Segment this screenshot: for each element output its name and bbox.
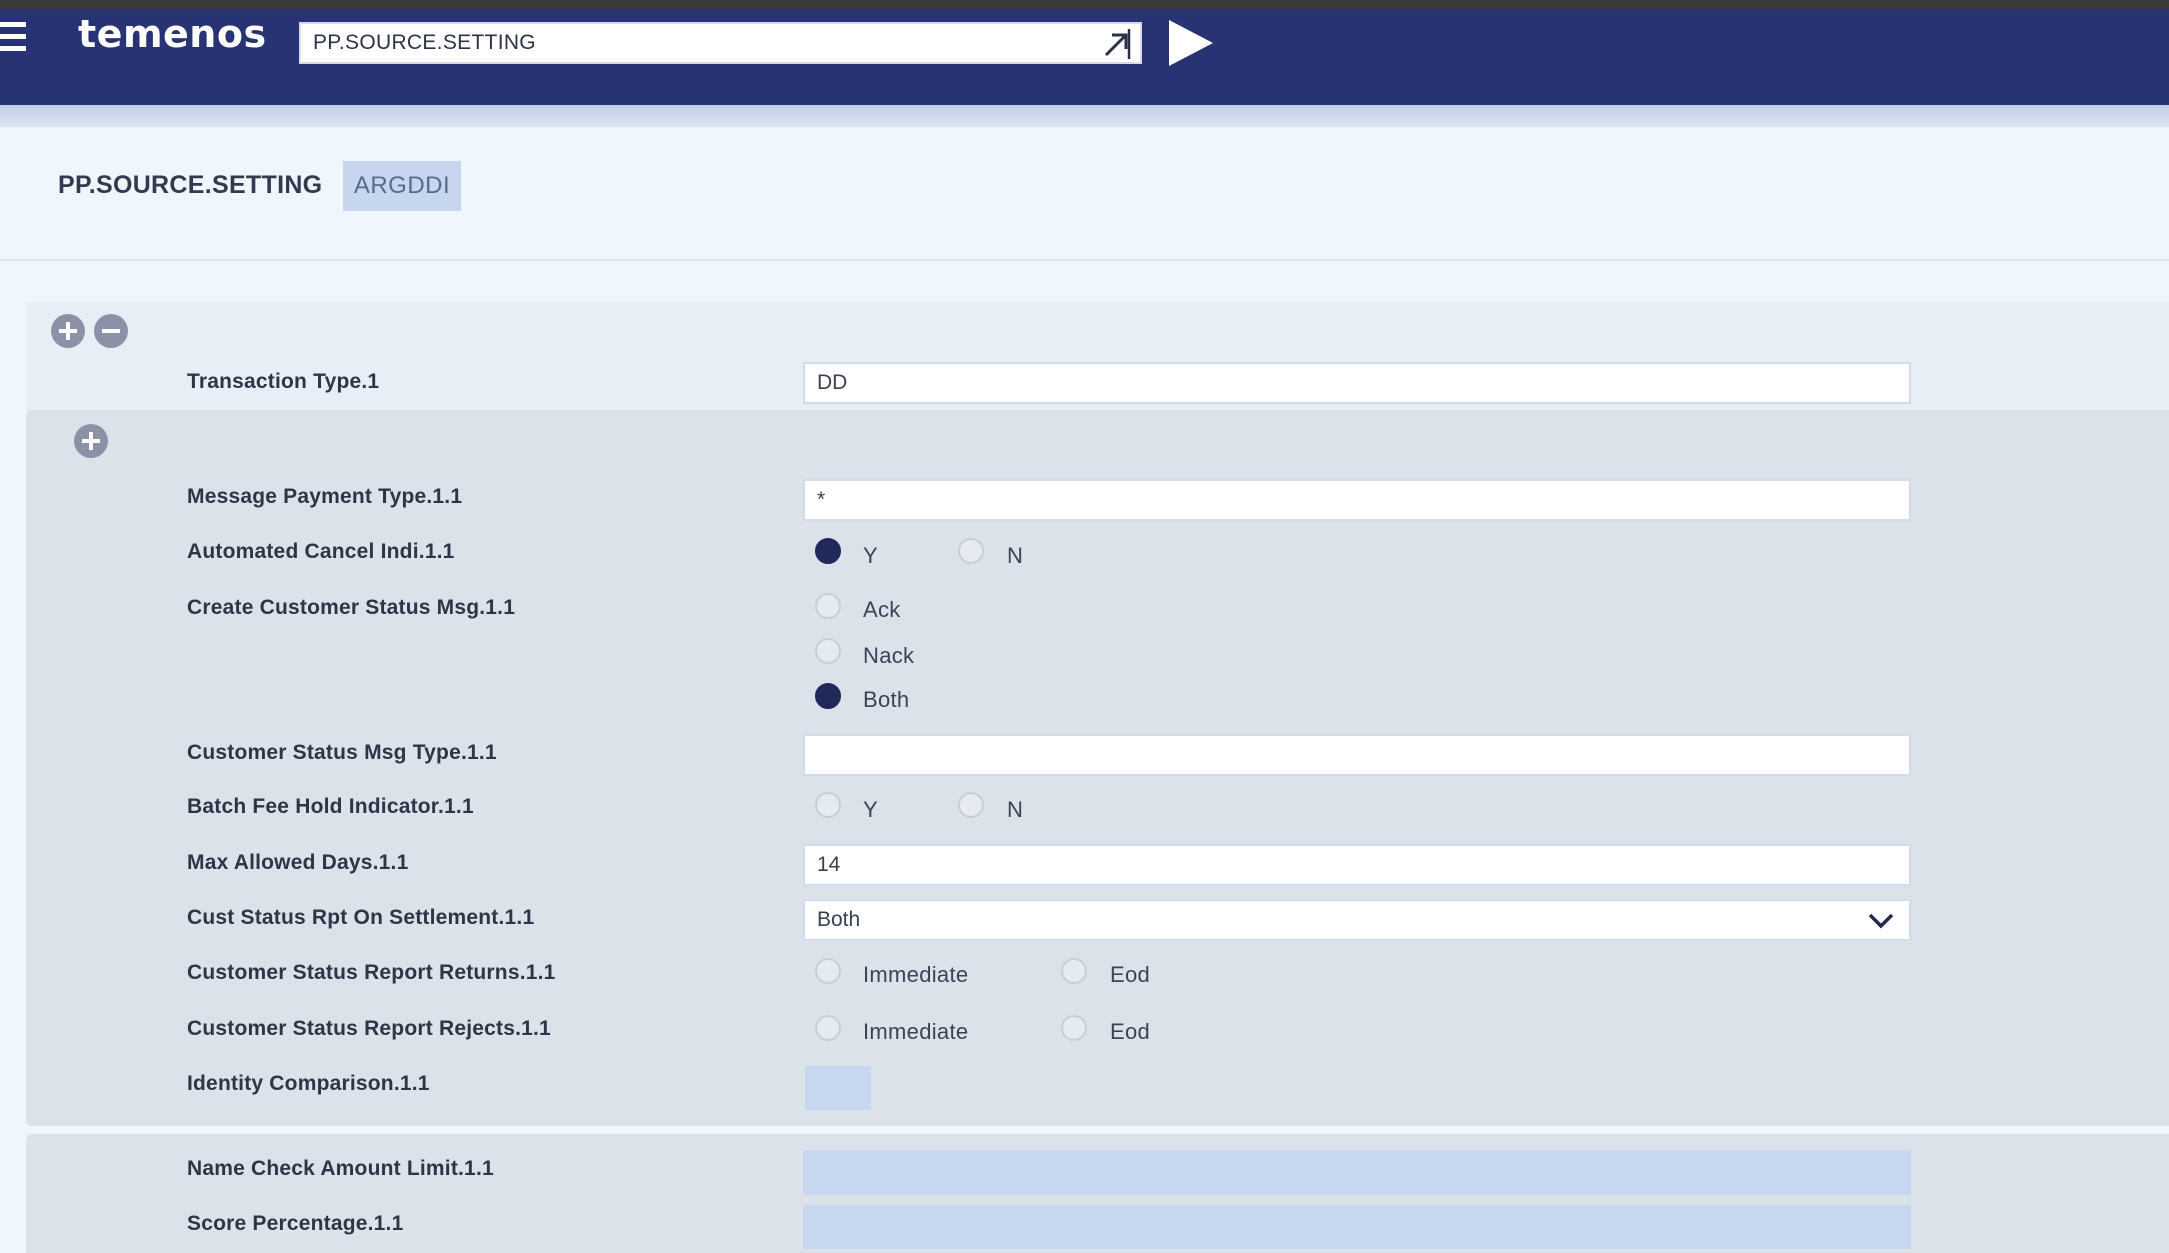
command-input-value: PP.SOURCE.SETTING [313, 31, 536, 54]
message-payment-type-input[interactable]: * [803, 479, 1911, 521]
create-customer-status-msg-label: Create Customer Status Msg.1.1 [187, 596, 516, 619]
automated-cancel-n-label: N [1007, 543, 1024, 568]
page-title: PP.SOURCE.SETTING [58, 171, 323, 199]
temenos-logo: temenos [78, 12, 267, 56]
automated-cancel-n-radio[interactable] [958, 538, 984, 564]
identity-comparison-input[interactable] [805, 1066, 871, 1110]
create-status-nack-radio[interactable] [815, 638, 841, 664]
rejects-eod-label: Eod [1110, 1019, 1151, 1044]
batch-fee-y-label: Y [863, 797, 878, 822]
batch-fee-y-radio[interactable] [815, 792, 841, 818]
automated-cancel-y-radio[interactable] [815, 538, 841, 564]
score-percentage-label: Score Percentage.1.1 [187, 1212, 404, 1235]
message-payment-type-value: * [817, 488, 826, 511]
returns-eod-radio[interactable] [1061, 958, 1087, 984]
hamburger-icon[interactable] [0, 22, 26, 62]
transaction-type-input[interactable]: DD [803, 362, 1911, 404]
returns-immediate-radio[interactable] [815, 958, 841, 984]
cust-status-rpt-value: Both [817, 908, 861, 931]
message-payment-type-label: Message Payment Type.1.1 [187, 485, 463, 508]
returns-immediate-label: Immediate [863, 962, 969, 987]
create-status-ack-label: Ack [863, 597, 901, 622]
expand-arrow-icon[interactable] [1100, 27, 1134, 61]
customer-status-msg-type-input[interactable] [803, 734, 1911, 776]
batch-fee-n-label: N [1007, 797, 1024, 822]
name-check-amount-limit-label: Name Check Amount Limit.1.1 [187, 1157, 494, 1180]
rejects-immediate-radio[interactable] [815, 1015, 841, 1041]
max-allowed-days-value: 14 [817, 853, 841, 876]
customer-status-msg-type-label: Customer Status Msg Type.1.1 [187, 741, 497, 764]
chevron-down-icon[interactable] [1867, 909, 1895, 933]
command-input[interactable]: PP.SOURCE.SETTING [299, 22, 1142, 64]
transaction-type-label: Transaction Type.1 [187, 370, 380, 393]
create-status-ack-radio[interactable] [815, 593, 841, 619]
name-check-amount-limit-input[interactable] [803, 1150, 1911, 1195]
returns-eod-label: Eod [1110, 962, 1151, 987]
create-status-both-radio[interactable] [815, 683, 841, 709]
app-header: temenos PP.SOURCE.SETTING [0, 10, 2169, 105]
play-icon[interactable] [1166, 18, 1216, 68]
record-id-badge: ARGDDI [343, 161, 461, 211]
rejects-immediate-label: Immediate [863, 1019, 969, 1044]
window-top-strip [0, 0, 2169, 10]
transaction-type-value: DD [817, 371, 848, 394]
rejects-eod-radio[interactable] [1061, 1015, 1087, 1041]
create-status-nack-label: Nack [863, 643, 915, 668]
automated-cancel-y-label: Y [863, 543, 878, 568]
plus-circle-icon[interactable] [74, 424, 108, 458]
identity-comparison-label: Identity Comparison.1.1 [187, 1072, 430, 1095]
customer-status-report-rejects-label: Customer Status Report Rejects.1.1 [187, 1017, 551, 1040]
cust-status-rpt-select[interactable]: Both [803, 899, 1911, 941]
batch-fee-hold-indicator-label: Batch Fee Hold Indicator.1.1 [187, 795, 474, 818]
minus-circle-icon[interactable] [94, 314, 128, 348]
record-title-bar: PP.SOURCE.SETTING ARGDDI [0, 127, 2169, 261]
header-underline [0, 105, 2169, 127]
customer-status-report-returns-label: Customer Status Report Returns.1.1 [187, 961, 556, 984]
batch-fee-n-radio[interactable] [958, 792, 984, 818]
automated-cancel-indi-label: Automated Cancel Indi.1.1 [187, 540, 455, 563]
max-allowed-days-input[interactable]: 14 [803, 844, 1911, 886]
cust-status-rpt-label: Cust Status Rpt On Settlement.1.1 [187, 906, 535, 929]
score-percentage-input[interactable] [803, 1205, 1911, 1249]
create-status-both-label: Both [863, 687, 910, 712]
plus-circle-icon[interactable] [51, 314, 85, 348]
max-allowed-days-label: Max Allowed Days.1.1 [187, 851, 409, 874]
